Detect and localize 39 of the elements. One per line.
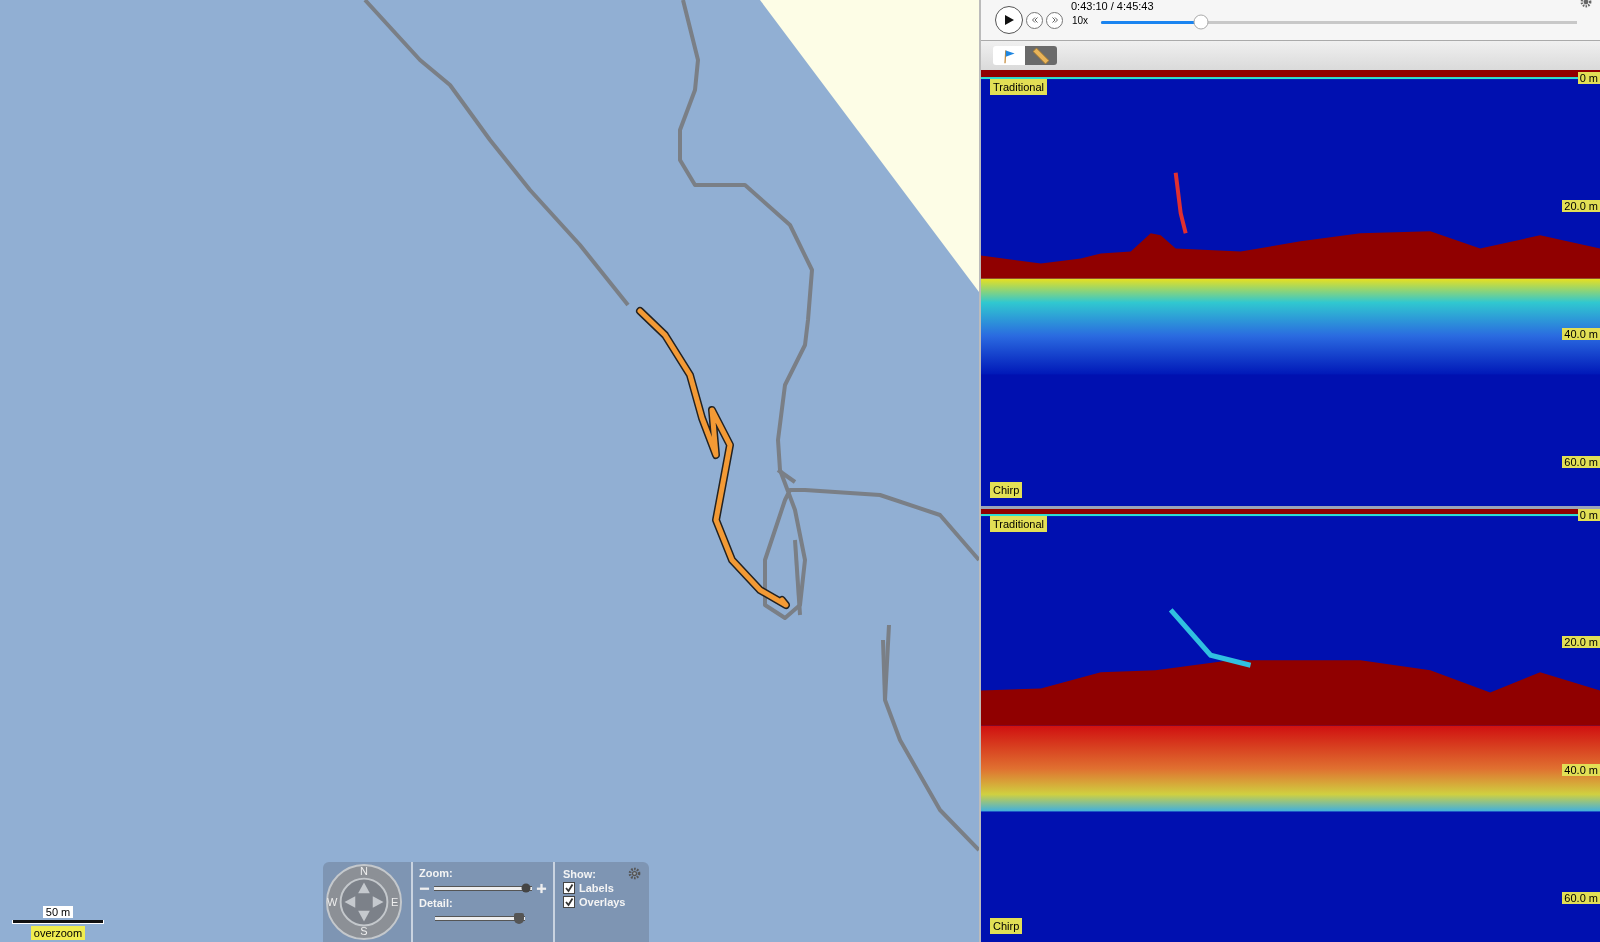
depth-label: 20.0 m: [1562, 636, 1600, 649]
sonar-mode-label: Traditional: [990, 79, 1047, 95]
compass-direction: E: [391, 896, 399, 908]
ruler-tool-button[interactable]: [1025, 46, 1057, 65]
map-view[interactable]: 50 m overzoom N E S W Zoom: Detail: Show: Labels Overlays: [0, 0, 979, 942]
scale-distance: 50 m: [42, 906, 74, 918]
detail-label: Detail:: [419, 897, 454, 909]
overzoom-label: overzoom: [30, 926, 86, 940]
compass-direction: N: [360, 865, 368, 877]
show-option-checkbox[interactable]: Labels: [563, 882, 641, 894]
detail-thumb[interactable]: [514, 913, 524, 924]
show-label: Show:: [563, 867, 596, 880]
playback-speed: 10x: [1072, 14, 1089, 26]
depth-label: 60.0 m: [1562, 892, 1600, 905]
compass-direction: W: [327, 896, 338, 908]
pan-arrow-icon[interactable]: [358, 910, 370, 922]
pan-arrow-icon[interactable]: [372, 896, 384, 908]
compass-direction: S: [360, 925, 368, 937]
rewind-icon: [1029, 15, 1040, 25]
play-icon: [1003, 14, 1015, 26]
sonar-mode-label: Chirp: [990, 918, 1023, 934]
fast-forward-button[interactable]: [1046, 11, 1063, 29]
pan-arrow-icon[interactable]: [344, 896, 356, 908]
fast-forward-icon: [1049, 15, 1060, 25]
playback-time: 0:43:10 / 4:45:43: [1071, 0, 1154, 12]
playback-thumb[interactable]: [1193, 14, 1209, 30]
flag-tool-button[interactable]: [993, 46, 1025, 65]
show-option-checkbox[interactable]: Overlays: [563, 896, 641, 908]
play-button[interactable]: [995, 6, 1023, 34]
flag-icon: [1001, 47, 1017, 64]
depth-label: 0 m: [1577, 72, 1600, 84]
depth-label: 40.0 m: [1562, 764, 1600, 777]
settings-icon[interactable]: [628, 867, 641, 880]
compass-control[interactable]: N E S W: [325, 863, 403, 941]
rewind-button[interactable]: [1026, 11, 1043, 29]
zoom-label: Zoom:: [419, 867, 454, 879]
pan-arrow-icon[interactable]: [358, 882, 370, 894]
zoom-thumb[interactable]: [521, 883, 531, 893]
zoom-in-icon[interactable]: [536, 882, 547, 894]
